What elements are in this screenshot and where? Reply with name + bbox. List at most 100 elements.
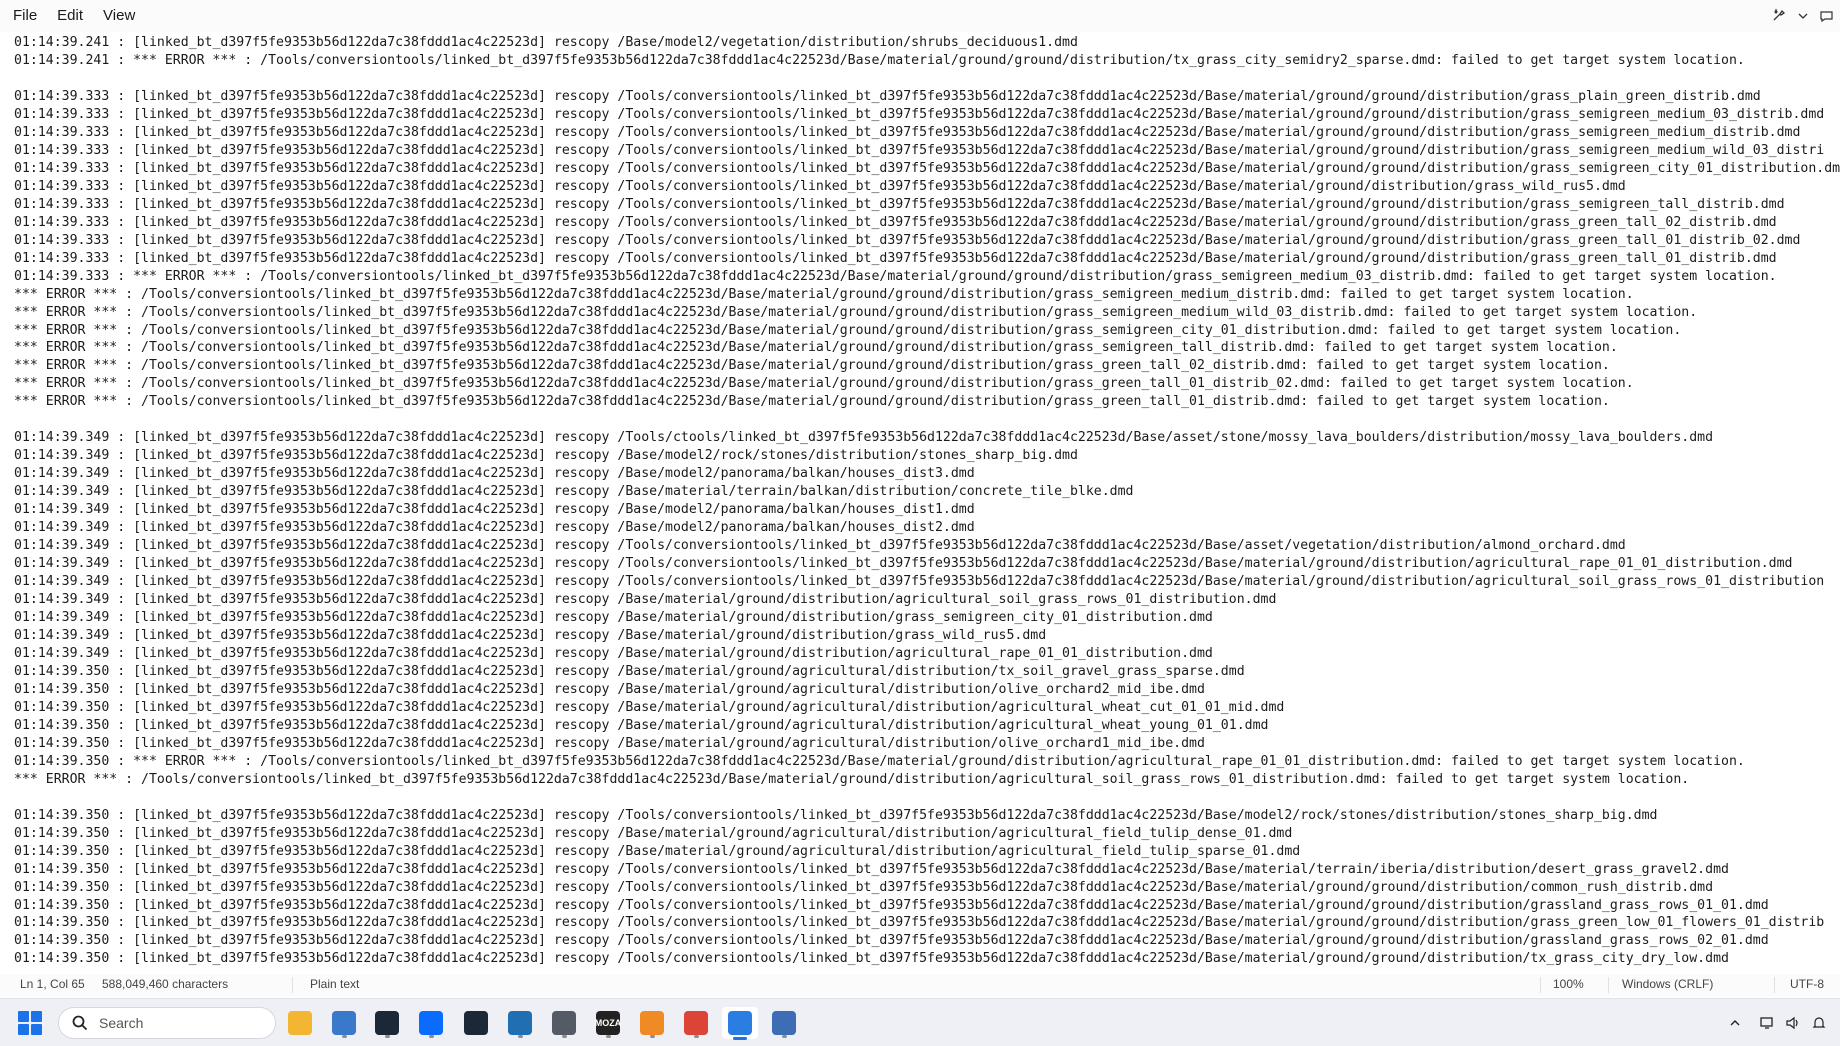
- cursor-position[interactable]: Ln 1, Col 65: [20, 977, 85, 991]
- log-line: 01:14:39.333 : [linked_bt_d397f5fe9353b5…: [14, 214, 1777, 230]
- log-line: *** ERROR *** : /Tools/conversiontools/l…: [14, 358, 1610, 374]
- running-indicator: [562, 1035, 567, 1038]
- status-divider: [1774, 977, 1775, 993]
- search-icon: [72, 1015, 88, 1031]
- log-line: *** ERROR *** : /Tools/conversiontools/l…: [14, 376, 1634, 392]
- taskbar: Search MOZA: [0, 998, 1840, 1046]
- running-indicator: [606, 1035, 611, 1038]
- photos-icon: [332, 1011, 356, 1035]
- status-divider: [292, 977, 293, 993]
- meta-icon: [419, 1011, 443, 1035]
- status-divider: [1540, 977, 1541, 993]
- log-line: 01:14:39.350 : [linked_bt_d397f5fe9353b5…: [14, 807, 1658, 823]
- running-indicator: [694, 1035, 699, 1038]
- log-line: 01:14:39.333 : *** ERROR *** : /Tools/co…: [14, 268, 1777, 284]
- taskbar-app-chrome[interactable]: [678, 1007, 714, 1039]
- taskbar-app-moza[interactable]: MOZA: [590, 1007, 626, 1039]
- text-editor[interactable]: 01:14:39.241 : [linked_bt_d397f5fe9353b5…: [0, 32, 1840, 970]
- taskbar-app-meta[interactable]: [413, 1007, 449, 1039]
- log-line: 01:14:39.333 : [linked_bt_d397f5fe9353b5…: [14, 178, 1626, 194]
- log-line: 01:14:39.350 : [linked_bt_d397f5fe9353b5…: [14, 933, 1769, 949]
- speaker-icon[interactable]: [1780, 1010, 1806, 1036]
- character-count: 588,049,460 characters: [102, 977, 229, 991]
- log-line: 01:14:39.349 : [linked_bt_d397f5fe9353b5…: [14, 520, 975, 536]
- log-line: *** ERROR *** : /Tools/conversiontools/l…: [14, 771, 1690, 787]
- feedback-icon[interactable]: [1818, 7, 1836, 25]
- taskbar-app-media-player[interactable]: [634, 1007, 670, 1039]
- taskbar-app-steam[interactable]: [369, 1007, 405, 1039]
- file-format: Plain text: [310, 977, 360, 991]
- log-line: 01:14:39.350 : [linked_bt_d397f5fe9353b5…: [14, 717, 1269, 733]
- chrome-icon: [684, 1011, 708, 1035]
- menu-view[interactable]: View: [93, 0, 145, 32]
- menu-edit[interactable]: Edit: [47, 0, 93, 32]
- line-ending[interactable]: Windows (CRLF): [1622, 977, 1713, 991]
- log-line: *** ERROR *** : /Tools/conversiontools/l…: [14, 322, 1682, 338]
- steam-icon: [464, 1011, 488, 1035]
- system-tray: [1722, 999, 1840, 1046]
- running-indicator: [385, 1035, 390, 1038]
- log-line: 01:14:39.349 : [linked_bt_d397f5fe9353b5…: [14, 484, 1134, 500]
- log-line: 01:14:39.349 : [linked_bt_d397f5fe9353b5…: [14, 592, 1277, 608]
- menu-right-tools: [1764, 0, 1840, 32]
- running-indicator: [518, 1035, 523, 1038]
- notification-icon[interactable]: [1806, 1010, 1832, 1036]
- taskbar-app-headset[interactable]: [546, 1007, 582, 1039]
- log-line: 01:14:39.333 : [linked_bt_d397f5fe9353b5…: [14, 88, 1761, 104]
- log-line: 01:14:39.349 : [linked_bt_d397f5fe9353b5…: [14, 556, 1793, 572]
- taskbar-app-steam[interactable]: [458, 1007, 494, 1039]
- log-line: 01:14:39.333 : [linked_bt_d397f5fe9353b5…: [14, 250, 1777, 266]
- menu-file[interactable]: File: [3, 0, 47, 32]
- log-line: 01:14:39.333 : [linked_bt_d397f5fe9353b5…: [14, 160, 1840, 176]
- log-lines: 01:14:39.241 : [linked_bt_d397f5fe9353b5…: [14, 34, 1840, 968]
- status-divider: [1608, 977, 1609, 993]
- log-line: 01:14:39.333 : [linked_bt_d397f5fe9353b5…: [14, 196, 1785, 212]
- taskbar-app-photos[interactable]: [326, 1007, 362, 1039]
- log-line: 01:14:39.350 : [linked_bt_d397f5fe9353b5…: [14, 735, 1205, 751]
- network-icon[interactable]: [1754, 1010, 1780, 1036]
- log-line: 01:14:39.350 : [linked_bt_d397f5fe9353b5…: [14, 663, 1245, 679]
- running-indicator: [782, 1035, 787, 1038]
- log-line: 01:14:39.241 : *** ERROR *** : /Tools/co…: [14, 52, 1745, 68]
- menu-bar: File Edit View: [0, 0, 1840, 32]
- headset-icon: [552, 1011, 576, 1035]
- log-line: 01:14:39.333 : [linked_bt_d397f5fe9353b5…: [14, 232, 1801, 248]
- copilot-icon[interactable]: [1770, 7, 1788, 25]
- taskbar-app-app[interactable]: [766, 1007, 802, 1039]
- chevron-up-icon[interactable]: [1722, 1010, 1748, 1036]
- taskbar-app-notepad[interactable]: [722, 1007, 758, 1040]
- log-line: 01:14:39.349 : [linked_bt_d397f5fe9353b5…: [14, 502, 975, 518]
- windows-start-icon[interactable]: [18, 1011, 42, 1035]
- taskbar-app-file-explorer[interactable]: [282, 1007, 318, 1039]
- log-line: 01:14:39.350 : [linked_bt_d397f5fe9353b5…: [14, 951, 1729, 967]
- running-indicator: [650, 1035, 655, 1038]
- log-line: *** ERROR *** : /Tools/conversiontools/l…: [14, 304, 1698, 320]
- chevron-down-icon[interactable]: [1794, 7, 1812, 25]
- log-line: 01:14:39.333 : [linked_bt_d397f5fe9353b5…: [14, 124, 1801, 140]
- log-line: 01:14:39.349 : [linked_bt_d397f5fe9353b5…: [14, 538, 1626, 554]
- log-line: 01:14:39.349 : [linked_bt_d397f5fe9353b5…: [14, 627, 1047, 643]
- log-line: 01:14:39.349 : [linked_bt_d397f5fe9353b5…: [14, 645, 1213, 661]
- log-line: 01:14:39.350 : [linked_bt_d397f5fe9353b5…: [14, 897, 1769, 913]
- taskbar-app-xbox-controller[interactable]: [502, 1007, 538, 1039]
- log-line: *** ERROR *** : /Tools/conversiontools/l…: [14, 394, 1610, 410]
- taskbar-search[interactable]: Search: [58, 1007, 276, 1039]
- moza-icon: MOZA: [595, 1011, 621, 1035]
- zoom-level[interactable]: 100%: [1553, 977, 1584, 991]
- notepad-icon: [728, 1011, 752, 1035]
- running-indicator: [342, 1035, 347, 1038]
- log-line: 01:14:39.333 : [linked_bt_d397f5fe9353b5…: [14, 142, 1825, 158]
- running-indicator: [429, 1035, 434, 1038]
- log-line: 01:14:39.349 : [linked_bt_d397f5fe9353b5…: [14, 574, 1825, 590]
- encoding[interactable]: UTF-8: [1790, 977, 1824, 991]
- log-line: *** ERROR *** : /Tools/conversiontools/l…: [14, 340, 1618, 356]
- steam-icon: [375, 1011, 399, 1035]
- log-line: 01:14:39.349 : [linked_bt_d397f5fe9353b5…: [14, 430, 1714, 446]
- log-line: 01:14:39.350 : [linked_bt_d397f5fe9353b5…: [14, 861, 1729, 877]
- log-line: 01:14:39.349 : [linked_bt_d397f5fe9353b5…: [14, 448, 1078, 464]
- log-line: 01:14:39.241 : [linked_bt_d397f5fe9353b5…: [14, 35, 1078, 50]
- log-line: 01:14:39.349 : [linked_bt_d397f5fe9353b5…: [14, 466, 975, 482]
